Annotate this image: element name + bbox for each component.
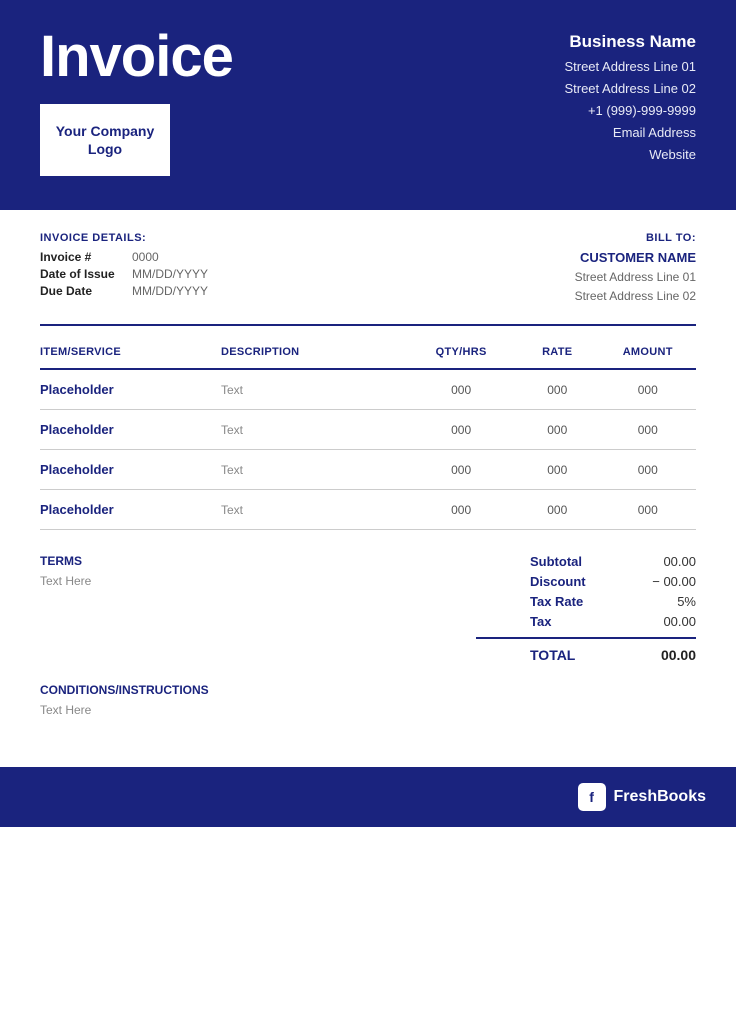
freshbooks-brand: FreshBooks: [614, 788, 706, 806]
taxrate-row: Tax Rate 5%: [476, 594, 696, 609]
subtotal-label: Subtotal: [530, 554, 620, 569]
item-desc-cell: Text: [221, 450, 413, 490]
table-row: Placeholder Text 000 000 000: [40, 490, 696, 530]
tax-row: Tax 00.00: [476, 614, 696, 629]
col-header-description: DESCRIPTION: [221, 336, 413, 369]
due-date-label: Due Date: [40, 284, 120, 298]
issue-date-row: Date of Issue MM/DD/YYYY: [40, 267, 208, 281]
tax-value: 00.00: [636, 614, 696, 629]
freshbooks-icon-letter: f: [589, 789, 594, 805]
invoice-details-left: INVOICE DETAILS: Invoice # 0000 Date of …: [40, 232, 208, 301]
total-label: TOTAL: [530, 647, 620, 663]
col-header-amount: AMOUNT: [605, 336, 696, 369]
item-amount-cell: 000: [605, 490, 696, 530]
item-rate-cell: 000: [515, 369, 605, 410]
website: Website: [564, 144, 696, 166]
totals-block: Subtotal 00.00 Discount − 00.00 Tax Rate…: [476, 554, 696, 663]
invoice-number-value: 0000: [132, 250, 159, 264]
issue-date-label: Date of Issue: [40, 267, 120, 281]
total-final-row: TOTAL 00.00: [476, 647, 696, 663]
discount-label: Discount: [530, 574, 620, 589]
discount-value: − 00.00: [636, 574, 696, 589]
details-section: INVOICE DETAILS: Invoice # 0000 Date of …: [0, 210, 736, 324]
col-header-rate: RATE: [515, 336, 605, 369]
item-name-cell: Placeholder: [40, 450, 221, 490]
total-value: 00.00: [636, 647, 696, 663]
item-name-cell: Placeholder: [40, 490, 221, 530]
business-info: Street Address Line 01 Street Address Li…: [564, 56, 696, 166]
item-amount-cell: 000: [605, 369, 696, 410]
table-row: Placeholder Text 000 000 000: [40, 369, 696, 410]
subtotal-value: 00.00: [636, 554, 696, 569]
item-desc-cell: Text: [221, 369, 413, 410]
subtotal-row: Subtotal 00.00: [476, 554, 696, 569]
item-qty-cell: 000: [413, 490, 515, 530]
item-rate-cell: 000: [515, 410, 605, 450]
tax-label: Tax: [530, 614, 620, 629]
table-row: Placeholder Text 000 000 000: [40, 410, 696, 450]
table-row: Placeholder Text 000 000 000: [40, 450, 696, 490]
terms-text: Text Here: [40, 574, 476, 588]
bottom-section: TERMS Text Here Subtotal 00.00 Discount …: [0, 530, 736, 663]
business-name: Business Name: [564, 32, 696, 52]
customer-address-line2: Street Address Line 02: [575, 287, 696, 306]
table-section: ITEM/SERVICE DESCRIPTION QTY/HRS RATE AM…: [0, 326, 736, 530]
invoice-number-row: Invoice # 0000: [40, 250, 208, 264]
item-desc-cell: Text: [221, 410, 413, 450]
invoice-table: ITEM/SERVICE DESCRIPTION QTY/HRS RATE AM…: [40, 336, 696, 530]
header: Invoice Your Company Logo Business Name …: [0, 0, 736, 210]
customer-address: Street Address Line 01 Street Address Li…: [575, 268, 696, 306]
freshbooks-icon: f: [578, 783, 606, 811]
header-left: Invoice Your Company Logo: [40, 28, 233, 176]
phone: +1 (999)-999-9999: [564, 100, 696, 122]
item-rate-cell: 000: [515, 490, 605, 530]
item-amount-cell: 000: [605, 450, 696, 490]
taxrate-label: Tax Rate: [530, 594, 620, 609]
invoice-number-label: Invoice #: [40, 250, 120, 264]
item-qty-cell: 000: [413, 450, 515, 490]
bill-to-label: BILL TO:: [575, 232, 696, 244]
address-line1: Street Address Line 01: [564, 56, 696, 78]
bill-to-right: BILL TO: CUSTOMER NAME Street Address Li…: [575, 232, 696, 306]
terms-block: TERMS Text Here: [40, 554, 476, 588]
item-desc-cell: Text: [221, 490, 413, 530]
totals-divider: [476, 637, 696, 639]
invoice-title: Invoice: [40, 28, 233, 86]
conditions-label: CONDITIONS/INSTRUCTIONS: [40, 683, 696, 697]
address-line2: Street Address Line 02: [564, 78, 696, 100]
terms-label: TERMS: [40, 554, 476, 568]
item-qty-cell: 000: [413, 369, 515, 410]
item-amount-cell: 000: [605, 410, 696, 450]
customer-address-line1: Street Address Line 01: [575, 268, 696, 287]
email: Email Address: [564, 122, 696, 144]
discount-row: Discount − 00.00: [476, 574, 696, 589]
col-header-qty: QTY/HRS: [413, 336, 515, 369]
freshbooks-logo: f FreshBooks: [578, 783, 706, 811]
item-name-cell: Placeholder: [40, 369, 221, 410]
taxrate-value: 5%: [636, 594, 696, 609]
company-logo: Your Company Logo: [40, 104, 170, 176]
item-qty-cell: 000: [413, 410, 515, 450]
invoice-details-label: INVOICE DETAILS:: [40, 232, 208, 244]
item-rate-cell: 000: [515, 450, 605, 490]
conditions-section: CONDITIONS/INSTRUCTIONS Text Here: [0, 663, 736, 727]
header-right: Business Name Street Address Line 01 Str…: [564, 32, 696, 166]
footer: f FreshBooks: [0, 767, 736, 827]
conditions-text: Text Here: [40, 703, 696, 717]
due-date-row: Due Date MM/DD/YYYY: [40, 284, 208, 298]
issue-date-value: MM/DD/YYYY: [132, 267, 208, 281]
col-header-item: ITEM/SERVICE: [40, 336, 221, 369]
customer-name: CUSTOMER NAME: [575, 250, 696, 265]
due-date-value: MM/DD/YYYY: [132, 284, 208, 298]
item-name-cell: Placeholder: [40, 410, 221, 450]
